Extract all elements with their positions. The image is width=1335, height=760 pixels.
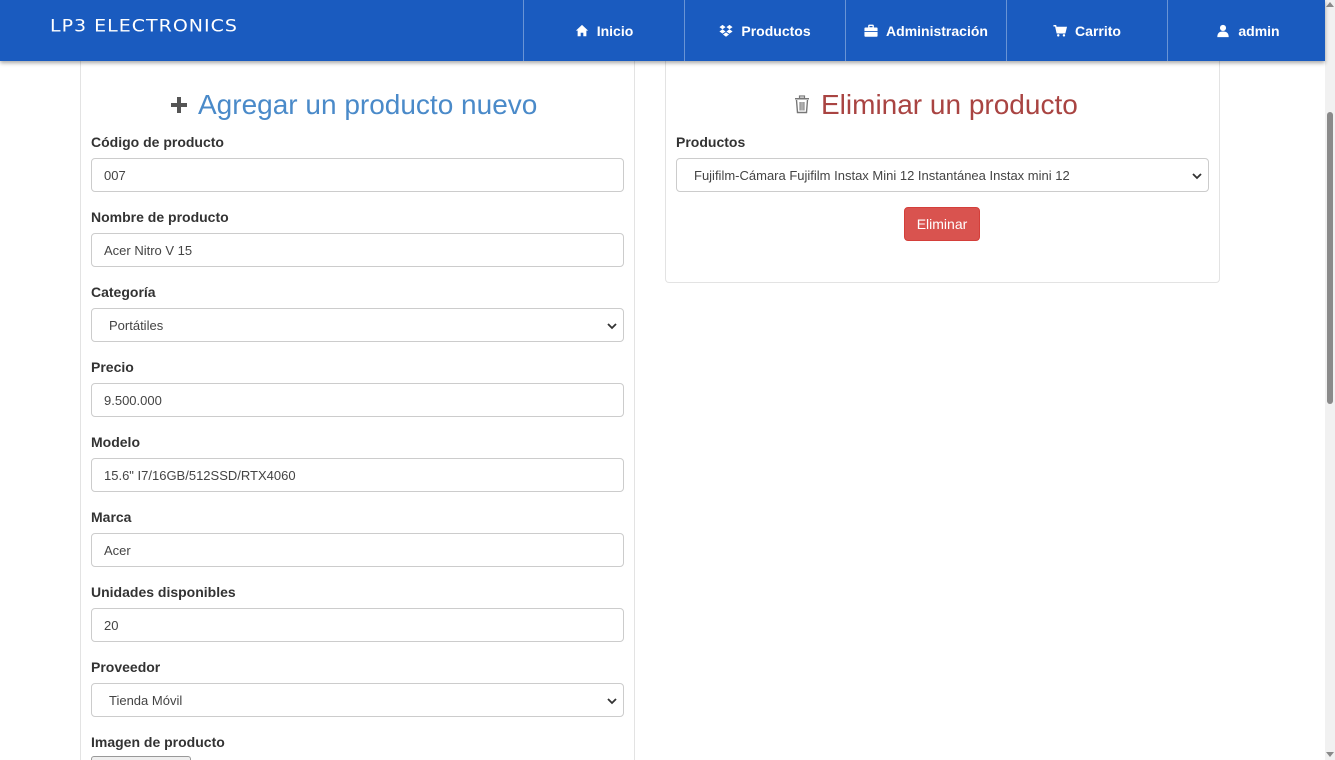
productos-select[interactable]: Fujifilm-Cámara Fujifilm Instax Mini 12 … [676, 158, 1209, 192]
add-product-title-text: Agregar un producto nuevo [198, 89, 538, 120]
proveedor-select[interactable]: Tienda Móvil [91, 683, 624, 717]
add-product-title: Agregar un producto nuevo [170, 89, 537, 123]
nombre-value: Acer Nitro V 15 [104, 242, 193, 258]
categoria-select[interactable]: Portátiles [91, 308, 624, 342]
user-icon [1216, 24, 1230, 38]
precio-value: 9.500.000 [104, 392, 162, 408]
delete-product-title-text: Eliminar un producto [821, 89, 1078, 120]
cart-icon [1053, 24, 1068, 38]
briefcase-icon [864, 24, 878, 38]
nav-item-administracion[interactable]: Administración [845, 0, 1006, 61]
categoria-label: Categoría [91, 284, 156, 300]
precio-label: Precio [91, 359, 134, 375]
chevron-down-icon [1192, 171, 1202, 181]
marca-label: Marca [91, 509, 132, 525]
page-scrollbar[interactable] [1325, 0, 1335, 760]
nav-item-inicio[interactable]: Inicio [523, 0, 684, 61]
scroll-down-arrow-icon[interactable] [1326, 752, 1334, 757]
home-icon [575, 24, 589, 38]
proveedor-value: Tienda Móvil [109, 692, 183, 708]
nombre-label: Nombre de producto [91, 209, 229, 225]
eliminar-button[interactable]: Eliminar [904, 207, 980, 241]
modelo-input[interactable]: 15.6" I7/16GB/512SSD/RTX4060 [91, 458, 624, 492]
file-upload-button[interactable] [91, 756, 191, 760]
marca-input[interactable]: Acer [91, 533, 624, 567]
nav-label-admin: admin [1238, 22, 1280, 39]
plus-icon [170, 89, 188, 121]
dropbox-icon [719, 24, 733, 38]
nav-menu: Inicio Productos Administración Carrito … [523, 0, 1328, 61]
categoria-value: Portátiles [109, 317, 164, 333]
nav-item-carrito[interactable]: Carrito [1006, 0, 1167, 61]
nav-label-productos: Productos [741, 22, 811, 39]
chevron-down-icon [607, 696, 617, 706]
productos-value: Fujifilm-Cámara Fujifilm Instax Mini 12 … [694, 167, 1070, 183]
nombre-input[interactable]: Acer Nitro V 15 [91, 233, 624, 267]
imagen-label: Imagen de producto [91, 734, 225, 750]
codigo-label: Código de producto [91, 134, 224, 150]
nav-item-productos[interactable]: Productos [684, 0, 845, 61]
unidades-input[interactable]: 20 [91, 608, 624, 642]
trash-icon [793, 89, 811, 121]
marca-value: Acer [104, 542, 131, 558]
nav-label-inicio: Inicio [596, 22, 634, 39]
delete-product-title: Eliminar un producto [793, 89, 1078, 123]
codigo-value: 007 [104, 167, 126, 183]
unidades-value: 20 [104, 617, 119, 633]
brand-logo[interactable]: LP3 ELECTRONICS [50, 16, 238, 36]
nav-label-carrito: Carrito [1075, 22, 1121, 39]
navbar: LP3 ELECTRONICS Inicio Productos Adminis… [0, 0, 1325, 61]
modelo-value: 15.6" I7/16GB/512SSD/RTX4060 [104, 467, 296, 483]
codigo-input[interactable]: 007 [91, 158, 624, 192]
modelo-label: Modelo [91, 434, 140, 450]
productos-label: Productos [676, 134, 746, 150]
scroll-thumb[interactable] [1327, 112, 1333, 404]
proveedor-label: Proveedor [91, 659, 161, 675]
nav-item-admin[interactable]: admin [1167, 0, 1328, 61]
nav-label-administracion: Administración [886, 22, 988, 39]
chevron-down-icon [607, 321, 617, 331]
precio-input[interactable]: 9.500.000 [91, 383, 624, 417]
unidades-label: Unidades disponibles [91, 584, 236, 600]
